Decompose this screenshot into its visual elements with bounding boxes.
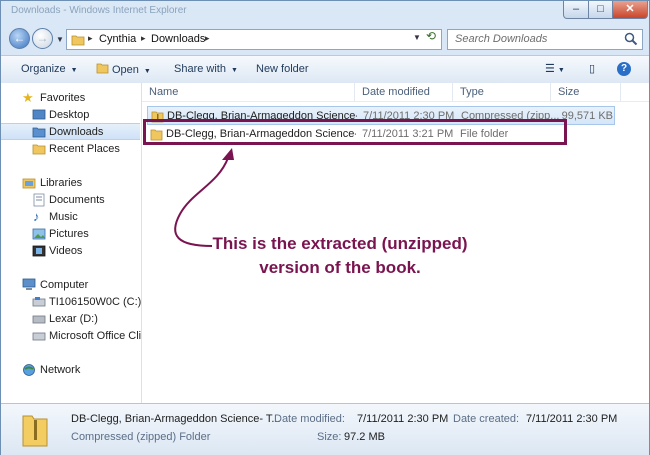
details-created-value: 7/11/2011 2:30 PM [526,413,618,425]
search-icon[interactable] [624,32,638,46]
preview-pane-icon[interactable]: ▯ [589,62,595,75]
sidebar-favorites[interactable]: ★ Favorites [1,90,140,107]
refresh-icon[interactable]: ⟲ [422,29,440,46]
sidebar-item-label: Pictures [49,228,89,240]
navigation-pane: ★ Favorites Desktop Downloads Recent Pla… [1,83,142,403]
virtual-drive-icon [32,332,46,341]
new-folder-button[interactable]: New folder [256,63,309,75]
annotation-line-1: This is the extracted (unzipped) [212,234,468,253]
open-button[interactable]: Open ▼ [96,63,151,76]
share-with-menu[interactable]: Share with ▼ [174,63,238,75]
sidebar-libraries-label: Libraries [40,177,83,189]
breadcrumb-downloads[interactable]: Downloads [151,33,205,45]
sidebar-item-downloads[interactable]: Downloads [1,123,140,140]
folder-icon [71,35,85,46]
details-modified-label: Date modified: [274,413,345,425]
share-with-label: Share with [174,63,226,75]
open-label: Open [112,64,139,76]
search-placeholder: Search Downloads [455,33,548,45]
chevron-down-icon: ▼ [230,67,238,74]
sidebar-item-office-click[interactable]: Microsoft Office Clic [1,328,142,345]
column-header-size[interactable]: Size [551,83,621,101]
annotation-line-2: version of the book. [259,258,421,277]
downloads-folder-icon [32,127,46,138]
sidebar-item-recent-places[interactable]: Recent Places [1,141,140,158]
sidebar-network-label: Network [40,364,81,376]
chevron-down-icon: ▼ [143,68,151,75]
star-icon: ★ [22,90,34,105]
breadcrumb-separator[interactable]: ▸ [88,33,93,44]
navigation-bar: ← → ▼ ▸ Cynthia ▸ Downloads ▸ ▼ ⟲ Search… [1,25,649,53]
explorer-window: Downloads - Windows Internet Explorer – … [0,0,650,455]
sidebar-item-label: Downloads [49,126,104,138]
documents-icon [33,193,45,207]
sidebar-item-label: Lexar (D:) [49,313,98,325]
address-bar[interactable]: ▸ Cynthia ▸ Downloads ▸ ▼ [66,29,442,50]
libraries-icon [22,178,36,189]
sidebar-computer[interactable]: Computer [1,277,140,294]
column-header-date-modified[interactable]: Date modified [355,83,453,101]
sidebar-item-label: Desktop [49,109,90,121]
pictures-icon [32,228,46,240]
organize-label: Organize [21,63,66,75]
details-size-label: Size: [317,431,342,443]
zip-folder-large-icon [22,415,48,447]
breadcrumb-separator[interactable]: ▸ [141,33,146,44]
sidebar-computer-label: Computer [40,279,89,291]
organize-menu[interactable]: Organize ▼ [21,63,78,75]
sidebar-item-label: Documents [49,194,105,206]
music-icon: ♪ [33,209,40,224]
address-dropdown-icon[interactable]: ▼ [413,33,421,42]
back-button[interactable]: ← [9,28,30,49]
open-folder-icon [96,63,109,74]
recent-pages-dropdown-icon[interactable]: ▼ [56,35,64,44]
view-options-icon[interactable]: ☰ ▼ [545,62,565,75]
sidebar-item-documents[interactable]: Documents [1,192,140,209]
videos-icon [32,245,46,257]
column-header-type[interactable]: Type [453,83,551,101]
sidebar-item-label: Recent Places [49,143,120,155]
sidebar-item-drive-c[interactable]: TI106150W0C (C:) [1,294,142,311]
sidebar-item-label: Music [49,211,78,223]
sidebar-item-music[interactable]: ♪ Music [1,209,140,226]
details-modified-value: 7/11/2011 2:30 PM [357,413,449,425]
sidebar-network[interactable]: Network [1,362,140,379]
computer-icon [22,278,36,290]
breadcrumb-cynthia[interactable]: Cynthia [99,33,136,45]
details-pane: DB-Clegg, Brian-Armageddon Science- T...… [1,403,649,455]
details-created-label: Date created: [453,413,520,425]
sidebar-item-videos[interactable]: Videos [1,243,140,260]
breadcrumb-separator[interactable]: ▸ [205,33,210,44]
annotation-callout: This is the extracted (unzipped) version… [190,232,490,280]
details-file-type: Compressed (zipped) Folder [71,431,211,443]
sidebar-item-label: Videos [49,245,83,257]
column-header-name[interactable]: Name [142,83,355,101]
sidebar-favorites-label: Favorites [40,92,86,104]
help-icon[interactable]: ? [617,62,631,76]
sidebar-libraries[interactable]: Libraries [1,175,140,192]
recent-places-icon [32,144,46,155]
window-title: Downloads - Windows Internet Explorer [11,5,187,16]
maximize-button[interactable]: □ [588,1,613,19]
forward-button[interactable]: → [32,28,53,49]
command-bar: Organize ▼ Open ▼ Share with ▼ New folder ☰… [1,55,649,84]
sidebar-item-label: Microsoft Office Clic [49,330,142,342]
minimize-button[interactable]: – [563,1,589,19]
title-bar[interactable]: Downloads - Windows Internet Explorer – … [1,1,649,23]
details-file-name: DB-Clegg, Brian-Armageddon Science- T... [71,413,281,425]
annotation-highlight-box [143,119,567,145]
search-input[interactable]: Search Downloads [447,29,643,50]
sidebar-item-pictures[interactable]: Pictures [1,226,140,243]
header-divider [142,101,649,102]
chevron-down-icon: ▼ [70,67,78,74]
sidebar-item-drive-d[interactable]: Lexar (D:) [1,311,140,328]
details-size-value: 97.2 MB [344,431,385,443]
desktop-icon [32,109,46,120]
sidebar-item-desktop[interactable]: Desktop [1,107,140,124]
close-button[interactable]: ✕ [612,1,648,19]
hard-drive-icon [32,297,46,307]
sidebar-item-label: TI106150W0C (C:) [49,296,142,308]
network-icon [23,364,35,376]
removable-drive-icon [32,315,46,324]
